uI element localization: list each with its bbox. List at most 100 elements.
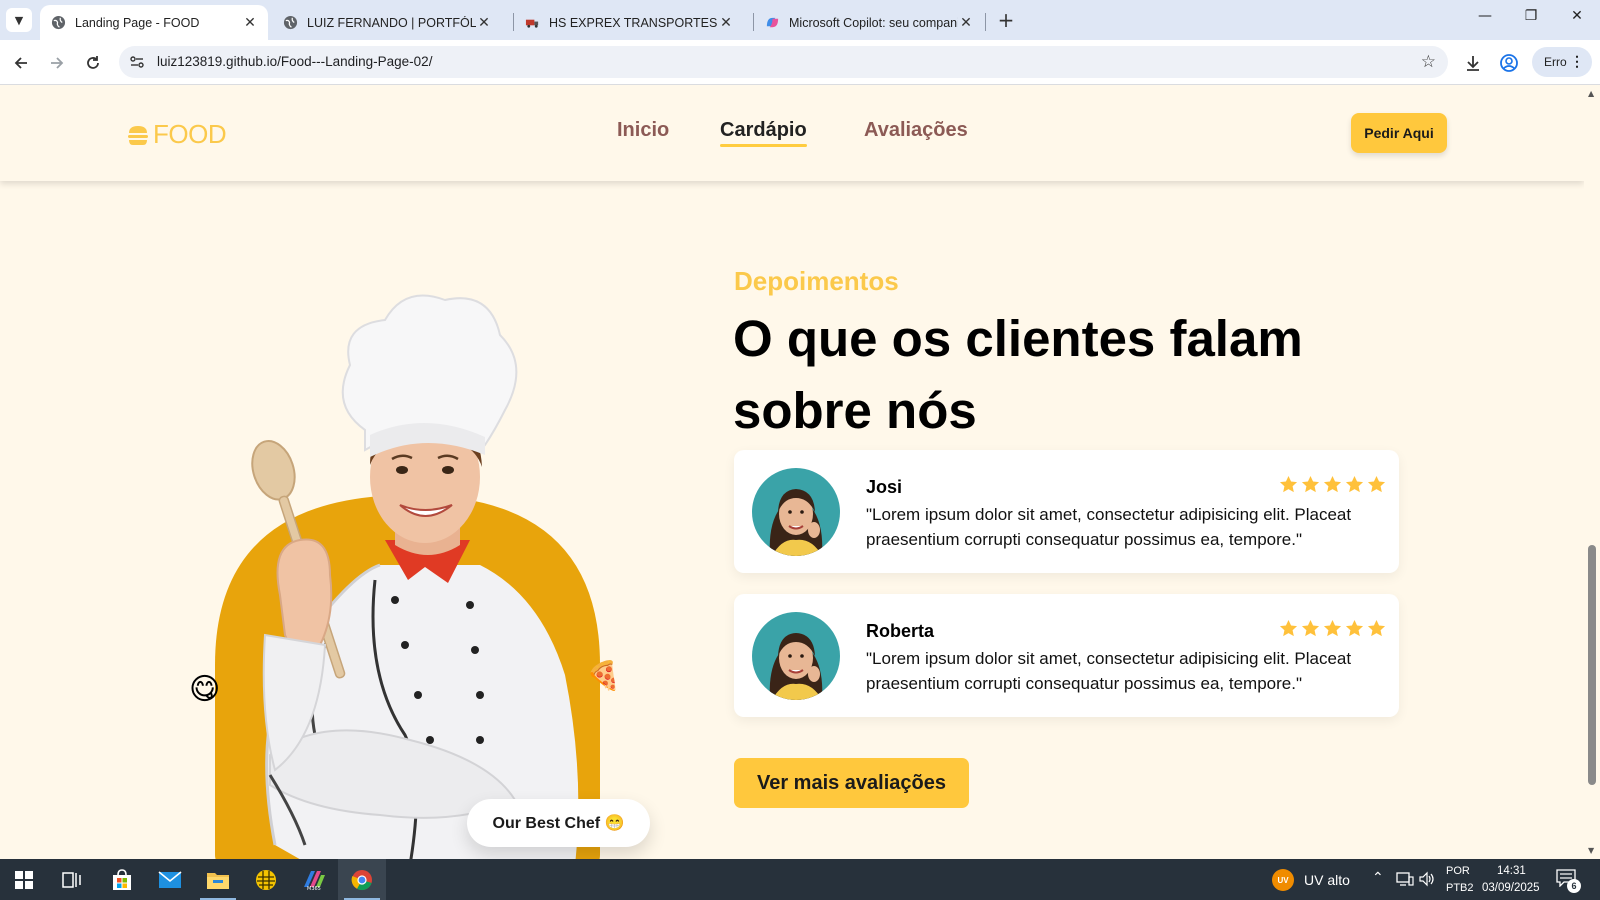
star-icon <box>1279 619 1298 637</box>
rating-stars <box>1279 619 1386 638</box>
scroll-down-icon[interactable]: ▼ <box>1588 846 1594 855</box>
star-icon <box>1345 619 1364 637</box>
scroll-up-icon[interactable]: ▲ <box>1588 89 1594 98</box>
tab-copilot[interactable]: Microsoft Copilot: seu compani ✕ <box>754 5 984 40</box>
tab-landing-page[interactable]: Landing Page - FOOD ✕ <box>40 5 268 40</box>
mail-app[interactable] <box>146 859 194 900</box>
rating-stars <box>1279 475 1386 494</box>
star-icon <box>1323 619 1342 637</box>
keyboard-layout[interactable]: PTB2 <box>1446 882 1474 894</box>
tab-title: Landing Page - FOOD <box>75 15 200 30</box>
clock-time[interactable]: 14:31 <box>1497 865 1526 877</box>
weather-label[interactable]: UV alto <box>1304 872 1350 888</box>
profile-error-label: Erro <box>1544 55 1567 69</box>
review-text: "Lorem ipsum dolor sit amet, consectetur… <box>866 649 1352 693</box>
uv-badge-text: UV <box>1277 875 1289 885</box>
game-icon <box>256 869 276 890</box>
more-menu-icon[interactable]: ⋮ <box>1570 53 1584 69</box>
tab-portfolio[interactable]: LUIZ FERNANDO | PORTFÓLIO ✕ <box>272 5 502 40</box>
windows-taskbar: M365 UV UV alto ⌃ POR PTB2 14:31 03/09/2… <box>0 859 1600 900</box>
minimize-button[interactable]: — <box>1462 8 1508 32</box>
site-logo[interactable]: FOOD <box>127 119 227 150</box>
download-icon[interactable] <box>1462 52 1484 74</box>
burger-icon <box>128 125 148 145</box>
network-icon[interactable] <box>1396 871 1414 887</box>
site-info-icon[interactable] <box>129 54 145 70</box>
task-view-button[interactable] <box>48 859 96 900</box>
volume-icon[interactable] <box>1418 871 1436 887</box>
yum-emoji-icon: 😋 <box>189 672 221 707</box>
close-icon[interactable]: ✕ <box>476 14 492 31</box>
review-text: "Lorem ipsum dolor sit amet, consectetur… <box>866 505 1352 549</box>
game-app[interactable] <box>242 859 290 900</box>
chef-section: 😋 🍕 Our Best Chef 😁 <box>180 215 680 859</box>
tab-separator <box>985 13 986 31</box>
bookmark-star-icon[interactable]: ☆ <box>1421 52 1436 72</box>
more-reviews-button[interactable]: Ver mais avaliações <box>734 758 969 808</box>
notification-center-button[interactable]: 6 <box>1556 869 1581 893</box>
page-viewport: FOOD Inicio Cardápio Avaliações Pedir Aq… <box>0 85 1584 859</box>
nav-link-avaliacoes[interactable]: Avaliações <box>864 119 968 142</box>
tab-title: Microsoft Copilot: seu compani <box>789 15 958 30</box>
chrome-icon <box>351 869 372 890</box>
store-icon <box>113 868 131 890</box>
task-view-icon <box>62 871 81 888</box>
pizza-emoji-icon: 🍕 <box>586 659 621 692</box>
url-text[interactable]: luiz123819.github.io/Food---Landing-Page… <box>157 54 432 69</box>
chevron-down-icon: ▼ <box>14 13 24 27</box>
chef-illustration <box>215 294 600 859</box>
nav-link-cardapio[interactable]: Cardápio <box>720 119 807 147</box>
tab-search-button[interactable]: ▼ <box>6 8 32 32</box>
language-code[interactable]: POR <box>1446 865 1470 877</box>
file-explorer-icon <box>207 872 229 889</box>
restore-button[interactable]: ❐ <box>1508 8 1554 32</box>
section-eyebrow: Depoimentos <box>734 266 899 296</box>
address-bar[interactable]: luiz123819.github.io/Food---Landing-Page… <box>119 46 1448 78</box>
nav-link-inicio[interactable]: Inicio <box>617 119 669 142</box>
avatar <box>752 612 840 700</box>
start-icon <box>15 870 33 889</box>
star-icon <box>1301 619 1320 637</box>
tab-title: HS EXPREX TRANSPORTES <box>549 15 718 30</box>
profile-error-button[interactable]: Erro ⋮ <box>1532 47 1592 77</box>
notification-count-badge: 6 <box>1567 879 1581 893</box>
m365-icon: M365 <box>304 870 325 891</box>
clock-date[interactable]: 03/09/2025 <box>1482 882 1540 894</box>
store-app[interactable] <box>98 859 146 900</box>
forward-button[interactable] <box>44 50 70 76</box>
globe-icon <box>282 15 298 31</box>
truck-favicon-icon <box>524 15 540 31</box>
file-explorer-app[interactable] <box>194 859 242 900</box>
page-scrollbar[interactable]: ▲ ▼ <box>1584 85 1600 859</box>
order-here-button[interactable]: Pedir Aqui <box>1351 113 1447 153</box>
chevron-up-icon[interactable]: ⌃ <box>1372 869 1384 886</box>
close-icon[interactable]: ✕ <box>242 14 258 31</box>
tab-title: LUIZ FERNANDO | PORTFÓLIO <box>307 15 476 30</box>
browser-toolbar: luiz123819.github.io/Food---Landing-Page… <box>0 40 1600 85</box>
m365-app[interactable]: M365 <box>290 859 338 900</box>
uv-weather-icon[interactable]: UV <box>1272 869 1294 891</box>
star-icon <box>1367 475 1386 493</box>
star-icon <box>1323 475 1342 493</box>
arrow-right-icon <box>51 57 64 69</box>
reload-button[interactable] <box>80 50 106 76</box>
window-close-button[interactable]: ✕ <box>1554 8 1600 32</box>
tab-hs-exprex[interactable]: HS EXPREX TRANSPORTES ✕ <box>514 5 744 40</box>
star-icon <box>1345 475 1364 493</box>
mail-icon <box>158 870 182 888</box>
review-card: Roberta "Lorem ipsum dolor sit amet, con… <box>734 594 1399 717</box>
close-icon[interactable]: ✕ <box>958 14 974 31</box>
section-title: O que os clientes falam sobre nós <box>733 310 1303 439</box>
profile-icon[interactable] <box>1498 52 1520 74</box>
star-icon <box>1367 619 1386 637</box>
logo-text: FOOD <box>153 119 227 149</box>
new-tab-button[interactable]: + <box>994 9 1018 33</box>
reload-icon <box>87 56 99 69</box>
close-icon[interactable]: ✕ <box>718 14 734 31</box>
chrome-app[interactable] <box>338 859 386 900</box>
start-button[interactable] <box>0 859 48 900</box>
browser-tab-bar: ▼ Landing Page - FOOD ✕ LUIZ FERNANDO | … <box>0 0 1600 40</box>
arrow-left-icon <box>14 57 27 69</box>
scrollbar-thumb[interactable] <box>1588 545 1596 785</box>
back-button[interactable] <box>8 50 34 76</box>
